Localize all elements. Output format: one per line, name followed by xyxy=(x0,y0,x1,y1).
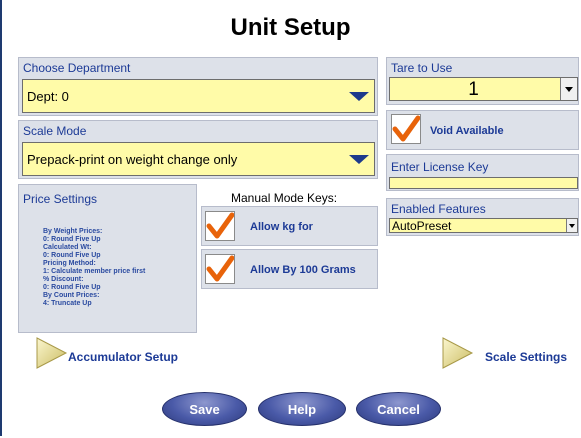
scale-settings-label: Scale Settings xyxy=(485,350,568,364)
help-button[interactable]: Help xyxy=(258,392,346,426)
scale-mode-dropdown-button[interactable] xyxy=(344,143,374,175)
scale-mode-dropdown[interactable]: Prepack-print on weight change only xyxy=(22,142,375,176)
department-label: Choose Department xyxy=(23,61,131,75)
price-setting-line: By Count Prices: xyxy=(43,292,100,299)
price-setting-line: 1: Calculate member price first xyxy=(43,268,146,275)
triangle-down-icon xyxy=(565,86,573,92)
triangle-down-icon xyxy=(349,154,369,164)
allow-kg-toggle[interactable]: Allow kg for xyxy=(201,206,378,246)
triangle-down-icon xyxy=(349,91,369,101)
tare-label: Tare to Use xyxy=(391,61,453,75)
scale-mode-value: Prepack-print on weight change only xyxy=(27,152,238,167)
scale-mode-label: Scale Mode xyxy=(23,124,87,138)
checkmark-icon xyxy=(206,255,235,282)
allow-kg-label: Allow kg for xyxy=(250,221,313,233)
tare-dropdown-button[interactable] xyxy=(560,78,577,100)
price-setting-line: Calculated Wt: xyxy=(43,244,92,251)
features-dropdown-button[interactable] xyxy=(566,219,577,232)
accumulator-setup-link[interactable]: Accumulator Setup xyxy=(34,336,204,372)
triangle-down-icon xyxy=(569,223,575,228)
arrow-right-icon xyxy=(442,337,474,369)
price-setting-line: 0: Round Five Up xyxy=(43,236,101,243)
void-available-toggle[interactable]: Void Available xyxy=(386,110,579,150)
price-setting-line: % Discount: xyxy=(43,276,84,283)
cancel-button[interactable]: Cancel xyxy=(356,392,441,426)
save-button[interactable]: Save xyxy=(162,392,247,426)
allow-100g-checkbox[interactable] xyxy=(205,254,235,284)
price-setting-line: 4: Truncate Up xyxy=(43,300,92,307)
checkmark-icon xyxy=(206,212,235,239)
price-settings-label: Price Settings xyxy=(23,192,98,206)
features-dropdown[interactable]: AutoPreset xyxy=(389,218,578,233)
department-dropdown-button[interactable] xyxy=(344,80,374,112)
page-title: Unit Setup xyxy=(230,14,351,41)
tare-dropdown[interactable]: 1 xyxy=(389,77,578,101)
allow-100g-toggle[interactable]: Allow By 100 Grams xyxy=(201,249,378,289)
department-dropdown[interactable]: Dept: 0 xyxy=(22,79,375,113)
tare-value: 1 xyxy=(468,79,479,100)
accumulator-setup-label: Accumulator Setup xyxy=(68,350,179,364)
features-panel: Enabled Features AutoPreset xyxy=(386,198,579,236)
price-setting-line: By Weight Prices: xyxy=(43,228,103,235)
license-panel: Enter License Key xyxy=(386,154,579,191)
price-settings-text: By Weight Prices: 0: Round Five Up Calcu… xyxy=(43,228,145,308)
allow-kg-checkbox[interactable] xyxy=(205,211,235,241)
department-value: Dept: 0 xyxy=(27,89,69,104)
manual-mode-title: Manual Mode Keys: xyxy=(231,191,338,205)
price-setting-line: 0: Round Five Up xyxy=(43,284,101,291)
tare-panel: Tare to Use 1 xyxy=(386,57,579,105)
license-key-input[interactable] xyxy=(389,177,578,189)
void-available-label: Void Available xyxy=(430,125,504,137)
scale-settings-link[interactable]: Scale Settings xyxy=(440,336,581,372)
checkmark-icon xyxy=(392,115,421,142)
price-setting-line: 0: Round Five Up xyxy=(43,252,101,259)
allow-100g-label: Allow By 100 Grams xyxy=(250,264,356,276)
price-settings-panel: Price Settings By Weight Prices: 0: Roun… xyxy=(18,184,197,333)
scale-mode-panel: Scale Mode Prepack-print on weight chang… xyxy=(18,120,378,179)
void-available-checkbox[interactable] xyxy=(391,114,421,144)
arrow-right-icon xyxy=(36,337,68,369)
department-panel: Choose Department Dept: 0 xyxy=(18,57,378,116)
license-label: Enter License Key xyxy=(391,160,489,174)
price-setting-line: Pricing Method: xyxy=(43,260,96,267)
features-label: Enabled Features xyxy=(391,202,486,216)
features-value: AutoPreset xyxy=(392,219,452,233)
